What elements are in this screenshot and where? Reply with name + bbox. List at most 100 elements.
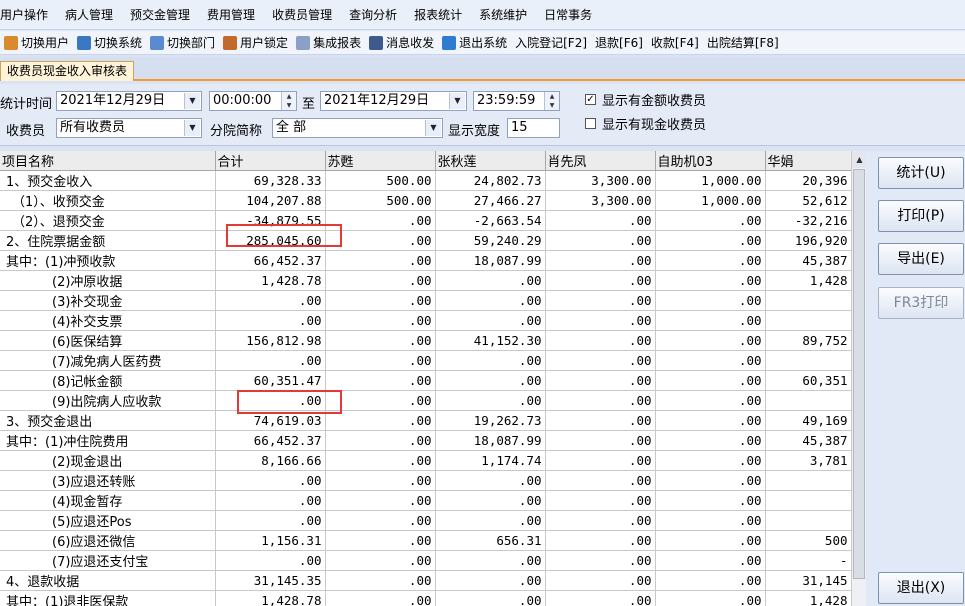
table-row[interactable]: (3)补交现金 .00.00.00.00.00 xyxy=(0,290,852,311)
toolbar-label: 退出系统 xyxy=(459,36,508,50)
toolbar-button-6[interactable]: 退出系统 xyxy=(438,32,511,54)
table-row[interactable]: 其中：(1)冲住院费用 66,452.37.00 18,087.99.00.00 45… xyxy=(0,430,852,451)
menu-item-2[interactable]: 预交金管理 xyxy=(121,6,198,23)
table-row[interactable]: (6)医保结算 156,812.98.00 41,152.30.00.00 89,75… xyxy=(0,330,852,351)
toolbar-button-5[interactable]: 消息收发 xyxy=(365,32,438,54)
table-cell: 500 xyxy=(765,530,852,551)
table-row[interactable]: 1、预交金收入 69,328.33 500.00 24,802.73 3,300.00 1… xyxy=(0,170,852,191)
fr3-print-button[interactable]: FR3打印 xyxy=(878,287,964,319)
exit-button[interactable]: 退出(X) xyxy=(878,572,964,604)
table-cell xyxy=(765,290,852,311)
scroll-up-icon[interactable]: ▲ xyxy=(852,151,867,168)
toolbar-button-9[interactable]: 收款[F4] xyxy=(647,32,703,54)
table-row[interactable]: (7)应退还支付宝 .00.00.00.00.00- xyxy=(0,550,852,571)
table-cell xyxy=(765,510,852,531)
row-label: 其中：(1)冲预收款 xyxy=(0,250,216,271)
chevron-down-icon[interactable]: ▼ xyxy=(184,120,200,136)
from-time-input[interactable]: 00:00:00 ▲ ▼ xyxy=(209,91,297,111)
export-button[interactable]: 导出(E) xyxy=(878,243,964,275)
column-header[interactable]: 苏甦 xyxy=(325,151,436,171)
table-row[interactable]: (9)出院病人应收款 .00.00.00.00.00 xyxy=(0,390,852,411)
table-row[interactable]: (3)应退还转账 .00.00.00.00.00 xyxy=(0,470,852,491)
vertical-scrollbar[interactable]: ▲ xyxy=(851,151,867,606)
table-row[interactable]: 3、预交金退出 74,619.03.00 19,262.73.00.00 49,169 xyxy=(0,410,852,431)
tab-strip: 收费员现金收入审核表 xyxy=(0,57,965,81)
table-row[interactable]: (8)记帐金额 60,351.47.00.00.00.00 60,351 xyxy=(0,370,852,391)
table-row[interactable]: (5)应退还Pos .00.00.00.00.00 xyxy=(0,510,852,531)
toolbar-label: 切换部门 xyxy=(167,36,216,50)
table-cell: .00 xyxy=(545,270,656,291)
chevron-down-icon[interactable]: ▼ xyxy=(184,93,200,109)
table-row[interactable]: (6)应退还微信 1,156.31.00 656.31.00.00 500 xyxy=(0,530,852,551)
chevron-down-icon[interactable]: ▼ xyxy=(449,93,465,109)
table-row[interactable]: (2)冲原收据 1,428.78.00.00.00.00 1,428 xyxy=(0,270,852,291)
table-cell: .00 xyxy=(545,550,656,571)
column-header[interactable]: 合计 xyxy=(215,151,326,171)
to-date-picker[interactable]: 2021年12月29日 ▼ xyxy=(320,91,467,111)
menu-item-5[interactable]: 查询分析 xyxy=(340,6,405,23)
row-label: (4)现金暂存 xyxy=(0,490,216,511)
table-cell: .00 xyxy=(325,270,436,291)
spin-arrows-icon[interactable]: ▲ ▼ xyxy=(544,92,559,110)
column-header[interactable]: 张秋莲 xyxy=(435,151,546,171)
cashier-value: 所有收费员 xyxy=(60,120,126,135)
to-time-input[interactable]: 23:59:59 ▲ ▼ xyxy=(473,91,560,111)
menu-item-4[interactable]: 收费员管理 xyxy=(263,6,340,23)
toolbar-button-3[interactable]: 用户锁定 xyxy=(219,32,292,54)
table-row[interactable]: (2)现金退出 8,166.66.00 1,174.74.00.00 3,781 xyxy=(0,450,852,471)
menu-item-3[interactable]: 费用管理 xyxy=(198,6,263,23)
toolbar-button-2[interactable]: 切换部门 xyxy=(146,32,219,54)
table-cell: .00 xyxy=(655,230,766,251)
from-date-picker[interactable]: 2021年12月29日 ▼ xyxy=(56,91,202,111)
print-button[interactable]: 打印(P) xyxy=(878,200,964,232)
exit-icon xyxy=(442,35,457,50)
table-row[interactable]: （1）、收预交金 104,207.88 500.00 27,466.27 3,300.0… xyxy=(0,190,852,211)
column-header[interactable]: 自助机03 xyxy=(655,151,766,171)
table-cell: 3,300.00 xyxy=(545,170,656,191)
column-header[interactable]: 华娟 xyxy=(765,151,852,171)
toolbar-button-1[interactable]: 切换系统 xyxy=(73,32,146,54)
menu-item-6[interactable]: 报表统计 xyxy=(405,6,470,23)
display-width-input[interactable]: 15 xyxy=(507,118,560,138)
menu-item-8[interactable]: 日常事务 xyxy=(535,6,600,23)
branch-select[interactable]: 全 部 ▼ xyxy=(272,118,443,138)
table-cell: .00 xyxy=(215,290,326,311)
table-row[interactable]: （2）、退预交金 -34,879.55.00 -2,663.54.00.00 -32,… xyxy=(0,210,852,231)
row-label: 其中：(1)退非医保款 xyxy=(0,590,216,606)
table-cell: .00 xyxy=(325,350,436,371)
table-row[interactable]: 2、住院票据金额 285,045.60.00 59,240.29.00.00 196,… xyxy=(0,230,852,251)
show-cash-checkbox[interactable] xyxy=(585,118,596,129)
menu-item-1[interactable]: 病人管理 xyxy=(56,6,121,23)
table-cell: 285,045.60 xyxy=(215,230,326,251)
column-header[interactable]: 项目名称 xyxy=(0,151,216,171)
table-row[interactable]: 其中：(1)退非医保款 1,428.78.00.00.00.00 1,428 xyxy=(0,590,852,606)
menu-item-7[interactable]: 系统维护 xyxy=(470,6,535,23)
toolbar-button-8[interactable]: 退款[F6] xyxy=(591,32,647,54)
show-amount-checkbox[interactable]: ✓ xyxy=(585,94,596,105)
table-row[interactable]: 其中：(1)冲预收款 66,452.37.00 18,087.99.00.00 45,… xyxy=(0,250,852,271)
table-cell: .00 xyxy=(545,230,656,251)
toolbar-button-0[interactable]: 切换用户 xyxy=(0,32,73,54)
stats-button[interactable]: 统计(U) xyxy=(878,157,964,189)
table-row[interactable]: (4)补交支票 .00.00.00.00.00 xyxy=(0,310,852,331)
toolbar-label: 集成报表 xyxy=(313,36,362,50)
column-header[interactable]: 肖先凤 xyxy=(545,151,656,171)
table-cell: .00 xyxy=(325,430,436,451)
table-cell: 196,920 xyxy=(765,230,852,251)
toolbar-button-4[interactable]: 集成报表 xyxy=(292,32,365,54)
table-cell: .00 xyxy=(325,370,436,391)
scroll-thumb[interactable] xyxy=(853,169,865,579)
table-cell: 69,328.33 xyxy=(215,170,326,191)
toolbar-button-10[interactable]: 出院结算[F8] xyxy=(703,32,783,54)
tab-cashier-audit[interactable]: 收费员现金收入审核表 xyxy=(0,61,135,81)
toolbar-button-7[interactable]: 入院登记[F2] xyxy=(511,32,591,54)
table-row[interactable]: (4)现金暂存 .00.00.00.00.00 xyxy=(0,490,852,511)
menu-item-0[interactable]: 用户操作 xyxy=(0,6,56,23)
table-cell: 1,428.78 xyxy=(215,270,326,291)
table-row[interactable]: 4、退款收据 31,145.35.00.00.00.00 31,145 xyxy=(0,570,852,591)
spin-arrows-icon[interactable]: ▲ ▼ xyxy=(281,92,296,110)
table-cell: .00 xyxy=(655,290,766,311)
table-row[interactable]: (7)减免病人医药费 .00.00.00.00.00 xyxy=(0,350,852,371)
chevron-down-icon[interactable]: ▼ xyxy=(425,120,441,136)
cashier-select[interactable]: 所有收费员 ▼ xyxy=(56,118,202,138)
